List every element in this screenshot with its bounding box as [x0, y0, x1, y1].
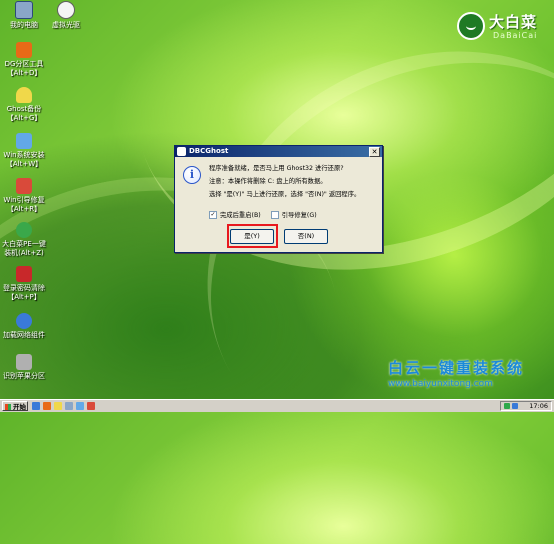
- quicklaunch-icon[interactable]: [65, 402, 73, 410]
- desktop-icon-load-network[interactable]: 加载网络组件: [2, 313, 46, 340]
- restart-checkbox[interactable]: ✓: [209, 211, 217, 219]
- computer-icon: [15, 1, 33, 19]
- wallpaper-swoosh: [131, 0, 554, 544]
- dialog-titlebar[interactable]: DBCGhost ✕: [175, 146, 382, 157]
- desktop-icon-usb-partition[interactable]: 识别苹果分区: [2, 354, 46, 381]
- disk-icon: [16, 354, 32, 370]
- quicklaunch-icon[interactable]: [87, 402, 95, 410]
- desktop-icon-dg-partition[interactable]: DG分区工具 【Alt+D】: [2, 42, 46, 78]
- cdrom-icon: [57, 1, 75, 19]
- boot-repair-icon: [16, 178, 32, 194]
- tray-icon[interactable]: [504, 403, 510, 409]
- desktop-icon-my-computer[interactable]: 我的电脑: [2, 1, 46, 30]
- dialog-message: 程序准备就绪，是否马上用 Ghost32 进行还原? 注意：本操作将删除 C: …: [209, 162, 360, 201]
- taskbar: 开始 17:06: [0, 399, 554, 412]
- dbcghost-dialog: DBCGhost ✕ i 程序准备就绪，是否马上用 Ghost32 进行还原? …: [174, 145, 383, 253]
- cabbage-icon: [16, 222, 32, 238]
- restart-after-option[interactable]: ✓ 完成后重启(B): [209, 210, 261, 219]
- highlight-box: [227, 224, 278, 248]
- tray-icon[interactable]: [512, 403, 518, 409]
- desktop-icon-win-install[interactable]: Win系统安装 【Alt+W】: [2, 133, 46, 169]
- desktop-icon-ghost-backup[interactable]: Ghost备份 【Alt+G】: [2, 87, 46, 123]
- boot-repair-label: 引导修复(G): [281, 212, 317, 219]
- boot-repair-option[interactable]: 引导修复(G): [270, 210, 317, 219]
- no-button[interactable]: 否(N): [284, 229, 328, 244]
- desktop-icon-virtual-cdrom[interactable]: 虚拟光驱: [44, 1, 88, 30]
- partition-tool-icon: [16, 42, 32, 58]
- clock[interactable]: 17:06: [529, 402, 548, 411]
- dialog-options: ✓ 完成后重启(B) 引导修复(G): [209, 210, 325, 219]
- app-icon: [177, 147, 186, 156]
- watermark-url: www.baiyunxitong.com: [388, 379, 493, 389]
- desktop-icon-win-repair[interactable]: Win引导修复 【Alt+R】: [2, 178, 46, 214]
- dabaicai-logo: 大白菜 DaBaiCai: [455, 9, 547, 47]
- windows-install-icon: [16, 133, 32, 149]
- restart-label: 完成后重启(B): [220, 212, 261, 219]
- ghost-icon: [16, 87, 32, 103]
- boot-repair-checkbox[interactable]: [270, 211, 279, 219]
- network-icon: [16, 313, 32, 329]
- watermark-title: 白云一键重装系统: [388, 359, 525, 377]
- start-button[interactable]: 开始: [2, 401, 28, 411]
- message-line: 选择 "是(Y)" 马上进行还原，选择 "否(N)" 返回程序。: [209, 191, 361, 198]
- quicklaunch-icon[interactable]: [76, 402, 84, 410]
- close-button[interactable]: ✕: [369, 147, 380, 157]
- desktop-icon-password-clear[interactable]: 登录密码清除 【Alt+P】: [2, 266, 46, 302]
- quicklaunch-icon[interactable]: [32, 402, 40, 410]
- dialog-title: DBCGhost: [189, 147, 229, 155]
- message-line: 程序准备就绪，是否马上用 Ghost32 进行还原?: [209, 165, 344, 172]
- start-label: 开始: [13, 403, 26, 411]
- cabbage-logo-icon: [457, 12, 485, 40]
- system-tray: 17:06: [500, 401, 552, 411]
- quicklaunch-icon[interactable]: [54, 402, 62, 410]
- quicklaunch-icon[interactable]: [43, 402, 51, 410]
- message-line: 注意：本操作将删除 C: 盘上的所有数据。: [209, 178, 327, 185]
- windows-flag-icon: [5, 404, 11, 410]
- info-icon: i: [183, 166, 201, 184]
- desktop-icon-dabaicai-pe[interactable]: 大白菜PE一键 装机(Alt+Z): [2, 222, 46, 258]
- password-icon: [16, 266, 32, 282]
- watermark: 白云一键重装系统 www.baiyunxitong.com: [388, 357, 552, 389]
